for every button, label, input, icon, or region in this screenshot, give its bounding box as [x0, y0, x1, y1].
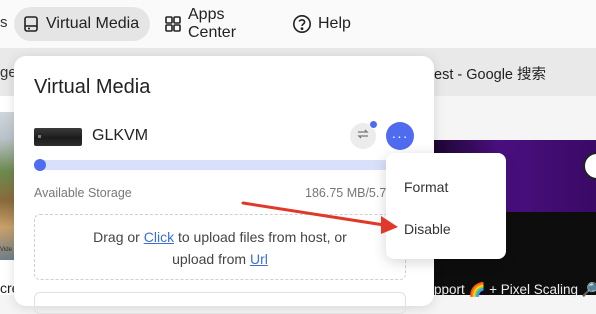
nav-item-label: Help — [318, 15, 351, 32]
storage-label: Available Storage — [34, 186, 132, 200]
help-circle-icon — [292, 14, 312, 34]
background-thumbnail-text: Vide — [0, 247, 12, 253]
url-upload-link[interactable]: Url — [250, 251, 268, 267]
storage-progress-bar — [34, 160, 434, 170]
menu-item-format[interactable]: Format — [404, 179, 448, 195]
dropzone-line-2: upload from Url — [35, 251, 405, 267]
nav-item-virtual-media[interactable]: Virtual Media — [14, 7, 150, 41]
background-video-caption: pport 🌈 + Pixel Scaling 🔎 — [434, 282, 596, 297]
grid-icon — [164, 15, 182, 33]
notification-dot — [369, 120, 378, 129]
click-upload-link[interactable]: Click — [144, 229, 174, 245]
background-tab-title-right: est - Google 搜索 — [434, 67, 547, 83]
nav-item-help[interactable]: Help — [284, 7, 356, 41]
storage-progress-indicator — [34, 159, 46, 171]
panel-title: Virtual Media — [34, 76, 151, 98]
nav-item-label: Apps Center — [188, 6, 237, 41]
more-dots-icon: ··· — [391, 128, 409, 144]
storage-value: 186.75 MB/5.7 — [305, 186, 387, 200]
nav-item-partial[interactable]: s — [0, 14, 8, 31]
usb-drive-icon — [34, 128, 82, 146]
sync-icon — [356, 127, 370, 146]
dropzone-line-1: Drag or Click to upload files from host,… — [35, 229, 405, 245]
dropzone-text: Drag or — [93, 229, 144, 245]
virtual-media-panel: Virtual Media GLKVM ··· Available Storag… — [14, 56, 434, 314]
dropzone-text: upload from — [172, 251, 250, 267]
panel-next-field — [34, 292, 406, 314]
nav-item-apps-center[interactable]: Apps Center — [156, 6, 276, 41]
device-name: GLKVM — [92, 127, 149, 144]
more-options-button[interactable]: ··· — [386, 122, 414, 150]
background-thumbnail — [0, 112, 14, 260]
nav-item-label: Virtual Media — [46, 15, 140, 32]
more-options-menu: Format Disable — [386, 153, 506, 259]
top-nav-bar: s Virtual Media Apps Center Help — [0, 0, 596, 49]
hard-drive-icon — [22, 15, 40, 33]
dropzone-text: to upload files from host, or — [174, 229, 347, 245]
menu-item-disable[interactable]: Disable — [404, 221, 451, 237]
upload-dropzone[interactable]: Drag or Click to upload files from host,… — [34, 214, 406, 280]
